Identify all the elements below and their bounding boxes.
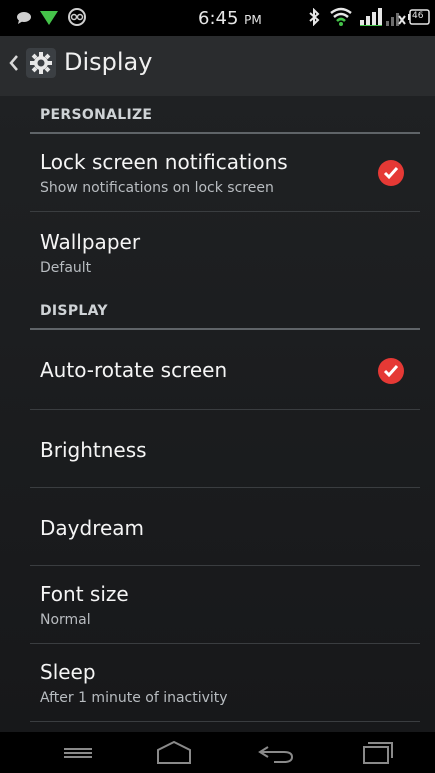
page-title: Display [64, 48, 153, 76]
status-time: 6:45 PM [198, 8, 262, 29]
section-header-display: DISPLAY [30, 292, 420, 330]
section-header-personalize: PERSONALIZE [30, 96, 420, 134]
setting-sleep[interactable]: Sleep After 1 minute of inactivity [30, 644, 420, 722]
gear-icon[interactable] [26, 48, 56, 78]
chevron-left-icon[interactable] [8, 54, 20, 76]
battery-level: 46 [412, 11, 424, 21]
cell-signal-no-data-icon [386, 8, 406, 30]
setting-title: Sleep [40, 660, 96, 684]
setting-title: Font size [40, 582, 129, 606]
settings-list: PERSONALIZE Lock screen notifications Sh… [0, 96, 435, 732]
setting-font-size[interactable]: Font size Normal [30, 566, 420, 644]
status-bar: 6:45 PM 46 [0, 0, 435, 36]
battery-icon: 46 [408, 9, 430, 29]
setting-title: Lock screen notifications [40, 150, 288, 174]
setting-subtitle: Normal [40, 612, 91, 628]
checkbox-checked-icon[interactable] [378, 160, 404, 186]
wifi-down-icon [40, 10, 58, 29]
setting-subtitle: Default [40, 260, 92, 276]
setting-subtitle: Show notifications on lock screen [40, 180, 274, 196]
home-icon[interactable] [150, 739, 198, 767]
setting-brightness[interactable]: Brightness [30, 410, 420, 488]
setting-wallpaper[interactable]: Wallpaper Default [30, 212, 420, 290]
bluetooth-icon [308, 7, 320, 30]
wifi-signal-icon [330, 6, 352, 30]
recent-apps-icon[interactable] [352, 739, 400, 767]
setting-title: Brightness [40, 438, 147, 462]
setting-subtitle: After 1 minute of inactivity [40, 690, 228, 706]
setting-title: Wallpaper [40, 230, 141, 254]
back-icon[interactable] [252, 739, 300, 767]
voicemail-icon [66, 8, 88, 30]
action-bar: Display [0, 36, 435, 96]
setting-daydream[interactable]: Daydream [30, 488, 420, 566]
phone-screen: 6:45 PM 46 Display PERSONALIZE Lock scre… [0, 0, 435, 773]
checkbox-checked-icon[interactable] [378, 358, 404, 384]
navigation-bar [0, 732, 435, 773]
cell-signal-icon [360, 8, 382, 30]
setting-auto-rotate-screen[interactable]: Auto-rotate screen [30, 330, 420, 410]
setting-title: Daydream [40, 516, 145, 540]
setting-lock-screen-notifications[interactable]: Lock screen notifications Show notificat… [30, 134, 420, 212]
menu-icon[interactable] [54, 739, 102, 767]
setting-title: Auto-rotate screen [40, 358, 228, 382]
message-icon [16, 10, 32, 29]
